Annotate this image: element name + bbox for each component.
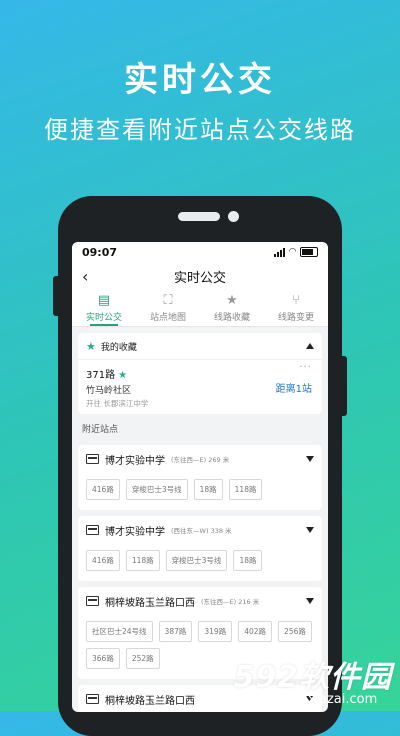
tab-0[interactable]: ▤ 实时公交	[72, 290, 136, 326]
page-title: 实时公交	[173, 270, 226, 286]
station-name: 博才实验中学	[105, 526, 165, 538]
route-number: 371路	[86, 370, 116, 381]
status-icons: ◠	[274, 247, 318, 257]
route-pill[interactable]: 穿梭巴士3号线	[125, 479, 188, 500]
tab-2[interactable]: ★ 线路收藏	[200, 290, 264, 326]
route-change-icon: ⑂	[292, 292, 300, 308]
phone-speaker	[178, 212, 220, 221]
tab-label: 站点地图	[149, 312, 186, 323]
nav-bar: ‹ 实时公交	[72, 262, 328, 290]
app-screen: 09:07 ◠ ‹ 实时公交 ▤ 实时公交 ⛶ 站点地图 ★ 线路收藏 ⑂ 线路变更 ★ 我的…	[72, 242, 328, 712]
route-pill[interactable]: 118路	[228, 479, 263, 500]
route-pill[interactable]: 穿梭巴士3号线	[165, 550, 228, 571]
bus-stop-icon	[86, 454, 99, 464]
map-pin-icon: ⛶	[163, 292, 173, 308]
route-pill[interactable]: 18路	[193, 479, 223, 500]
star-icon: ★	[86, 339, 96, 353]
star-icon: ★	[226, 292, 238, 308]
phone-side-button	[53, 276, 58, 316]
tab-label: 线路收藏	[213, 312, 250, 323]
watermark-url: www.592xiazai.com	[248, 692, 378, 707]
station-distance: (西往东—W) 338 米	[171, 527, 232, 535]
tab-bar: ▤ 实时公交 ⛶ 站点地图 ★ 线路收藏 ⑂ 线路变更	[72, 290, 328, 327]
tab-label: 实时公交	[85, 312, 122, 323]
station-header[interactable]: 博才实验中学 (东往西—E) 269 米	[78, 445, 322, 473]
route-direction: 开往 长郡滨江中学	[86, 399, 149, 408]
station-header[interactable]: 博才实验中学 (西往东—W) 338 米	[78, 516, 322, 544]
route-pill[interactable]: 118路	[125, 550, 160, 571]
route-pill[interactable]: 252路	[125, 648, 160, 669]
route-pill[interactable]: 366路	[86, 648, 120, 669]
watermark-brand: 592软件园	[233, 660, 392, 695]
status-time: 09:07	[82, 245, 118, 259]
bus-icon: ▤	[97, 292, 111, 308]
route-list: 416路 118路 穿梭巴士3号线 18路	[78, 544, 322, 581]
back-icon[interactable]: ‹	[82, 267, 88, 286]
station-header[interactable]: 桐梓坡路玉兰路口西 (东往西—E) 216 米	[78, 587, 322, 615]
bus-stop-icon	[86, 694, 99, 704]
route-pill[interactable]: 416路	[86, 479, 120, 500]
station-card: 博才实验中学 (东往西—E) 269 米 416路 穿梭巴士3号线 18路 118路	[78, 445, 322, 510]
nearby-stations-label: 附近站点	[82, 425, 119, 435]
bus-stop-icon	[86, 525, 99, 535]
hero-subtitle: 便捷查看附近站点公交线路	[44, 116, 356, 144]
route-list: 416路 穿梭巴士3号线 18路 118路	[78, 473, 322, 510]
tab-3[interactable]: ⑂ 线路变更	[264, 290, 328, 326]
favorites-card: ★ 我的收藏 371路 ★ 竹马岭社区 开往 长郡滨江中学 ··· 距离1站	[78, 333, 322, 414]
tab-label: 线路变更	[277, 312, 314, 323]
station-name: 桐梓坡路玉兰路口西	[105, 597, 195, 609]
station-distance: (东往西—E) 269 米	[171, 456, 230, 464]
collapse-icon[interactable]	[306, 343, 314, 349]
phone-camera	[228, 211, 239, 222]
route-pill[interactable]: 319路	[198, 621, 233, 642]
watermark: 592软件园 www.592xiazai.com	[233, 652, 392, 707]
route-pill[interactable]: 387路	[158, 621, 193, 642]
route-pill[interactable]: 18路	[233, 550, 263, 571]
expand-icon[interactable]	[306, 527, 314, 533]
phone-power-button	[342, 356, 347, 416]
station-card: 博才实验中学 (西往东—W) 338 米 416路 118路 穿梭巴士3号线 18路	[78, 516, 322, 581]
tab-1[interactable]: ⛶ 站点地图	[136, 290, 200, 326]
route-pill[interactable]: 256路	[278, 621, 312, 642]
favorite-star-icon[interactable]: ★	[118, 370, 127, 381]
station-name: 桐梓坡路玉兰路口西	[105, 695, 195, 707]
route-pill[interactable]: 社区巴士24号线	[86, 621, 153, 642]
bus-stop-icon	[86, 596, 99, 606]
station-distance: (东往西—E) 216 米	[201, 598, 260, 606]
route-pill[interactable]: 402路	[238, 621, 273, 642]
hero-title: 实时公交	[124, 60, 276, 100]
route-pill[interactable]: 416路	[86, 550, 120, 571]
more-icon[interactable]: ···	[299, 362, 312, 373]
expand-icon[interactable]	[306, 456, 314, 462]
status-bar: 09:07 ◠	[72, 242, 328, 262]
expand-icon[interactable]	[306, 598, 314, 604]
wifi-icon: ◠	[289, 247, 296, 257]
favorites-title: 我的收藏	[100, 342, 137, 353]
station-name: 博才实验中学	[105, 455, 165, 467]
favorite-route-item[interactable]: 371路 ★ 竹马岭社区 开往 长郡滨江中学 ··· 距离1站	[78, 360, 322, 414]
battery-icon	[300, 247, 318, 257]
distance-label: 距离1站	[275, 384, 312, 395]
signal-icon	[274, 247, 286, 257]
favorites-header[interactable]: ★ 我的收藏	[78, 333, 322, 360]
